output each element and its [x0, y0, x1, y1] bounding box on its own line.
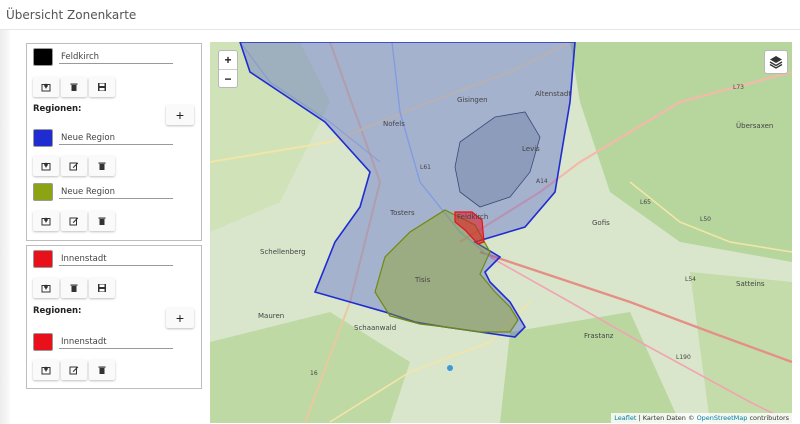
region-row	[33, 129, 173, 147]
zoom-control: + −	[218, 50, 238, 88]
locate-icon	[41, 83, 51, 92]
zone-map[interactable]: Nofels Gisingen Altenstadt Levis Tosters…	[210, 42, 792, 423]
road-label: L61	[420, 164, 431, 171]
region-actions	[33, 360, 115, 380]
map-label: Frastanz	[584, 332, 614, 340]
locate-icon	[41, 366, 51, 375]
zoom-out-button[interactable]: −	[219, 69, 237, 87]
region-name-input[interactable]	[59, 131, 173, 145]
map-label: Schellenberg	[260, 248, 306, 256]
zone-card-innenstadt: Regionen: +	[26, 245, 202, 389]
region-color-swatch[interactable]	[33, 333, 53, 351]
map-label: Gofis	[592, 219, 610, 227]
zone-name-input[interactable]	[59, 252, 173, 266]
map-tiles	[210, 42, 792, 423]
edit-region-button[interactable]	[61, 360, 87, 380]
road-label: L54	[685, 276, 696, 283]
osm-link[interactable]: OpenStreetMap	[697, 414, 748, 422]
add-region-button[interactable]: +	[166, 105, 194, 125]
delete-region-button[interactable]	[89, 360, 115, 380]
road-label: L73	[733, 84, 744, 91]
map-label: Feldkirch	[457, 213, 489, 221]
zoom-in-button[interactable]: +	[219, 51, 237, 69]
map-label: Nofels	[383, 120, 405, 128]
road-label: A14	[536, 178, 548, 185]
delete-zone-button[interactable]	[61, 77, 87, 97]
add-region-button[interactable]: +	[166, 308, 194, 328]
locate-region-button[interactable]	[33, 211, 59, 231]
layers-button[interactable]	[764, 50, 788, 74]
locate-icon	[41, 284, 51, 293]
region-name-input[interactable]	[59, 185, 173, 199]
region-color-swatch[interactable]	[33, 183, 53, 201]
region-row	[33, 333, 173, 351]
locate-region-button[interactable]	[33, 156, 59, 176]
layers-icon	[769, 56, 783, 69]
road-label: 16	[310, 370, 318, 377]
locate-region-button[interactable]	[33, 360, 59, 380]
locate-zone-button[interactable]	[33, 278, 59, 298]
region-actions	[33, 211, 115, 231]
locate-icon	[41, 162, 51, 171]
save-icon	[98, 83, 106, 91]
edit-icon	[69, 366, 79, 375]
zone-color-swatch[interactable]	[33, 250, 53, 268]
trash-icon	[98, 217, 106, 225]
zone-actions	[33, 77, 115, 97]
region-row	[33, 183, 173, 201]
edit-region-button[interactable]	[61, 156, 87, 176]
locate-zone-button[interactable]	[33, 77, 59, 97]
delete-zone-button[interactable]	[61, 278, 87, 298]
trash-icon	[70, 284, 78, 292]
road-label: L190	[676, 354, 691, 361]
delete-region-button[interactable]	[89, 156, 115, 176]
trash-icon	[70, 83, 78, 91]
region-actions	[33, 156, 115, 176]
map-label: Tisis	[415, 276, 431, 284]
zone-map-page: Übersicht Zonenkarte Regionen: +	[0, 0, 800, 424]
map-attribution: Leaflet | Karten Daten © OpenStreetMap c…	[611, 413, 792, 423]
zone-color-swatch[interactable]	[33, 48, 53, 66]
save-zone-button[interactable]	[89, 77, 115, 97]
zone-actions	[33, 278, 115, 298]
edit-icon	[69, 217, 79, 226]
locate-icon	[41, 217, 51, 226]
map-label: Tosters	[390, 209, 415, 217]
zone-header	[33, 250, 173, 268]
trash-icon	[98, 162, 106, 170]
zone-header	[33, 48, 173, 66]
map-label: Mauren	[258, 312, 285, 320]
trash-icon	[98, 366, 106, 374]
zone-name-input[interactable]	[59, 50, 173, 64]
map-label: Satteins	[736, 280, 765, 288]
map-label: Übersaxen	[736, 122, 774, 130]
map-label: Altenstadt	[535, 90, 572, 98]
leaflet-link[interactable]: Leaflet	[614, 414, 636, 422]
save-icon	[98, 284, 106, 292]
region-color-swatch[interactable]	[33, 129, 53, 147]
page-title: Übersicht Zonenkarte	[6, 8, 137, 22]
save-zone-button[interactable]	[89, 278, 115, 298]
region-name-input[interactable]	[59, 335, 173, 349]
title-divider	[0, 29, 800, 30]
edit-region-button[interactable]	[61, 211, 87, 231]
map-label: Schaanwald	[354, 324, 397, 332]
delete-region-button[interactable]	[89, 211, 115, 231]
left-gutter	[0, 30, 10, 424]
regions-label: Regionen:	[33, 306, 82, 316]
regions-label: Regionen:	[33, 104, 82, 114]
map-label: Gisingen	[457, 96, 488, 104]
edit-icon	[69, 162, 79, 171]
road-label: L50	[700, 216, 711, 223]
road-label: L65	[640, 199, 651, 206]
zone-card-feldkirch: Regionen: +	[26, 43, 202, 241]
map-label: Levis	[522, 145, 540, 153]
